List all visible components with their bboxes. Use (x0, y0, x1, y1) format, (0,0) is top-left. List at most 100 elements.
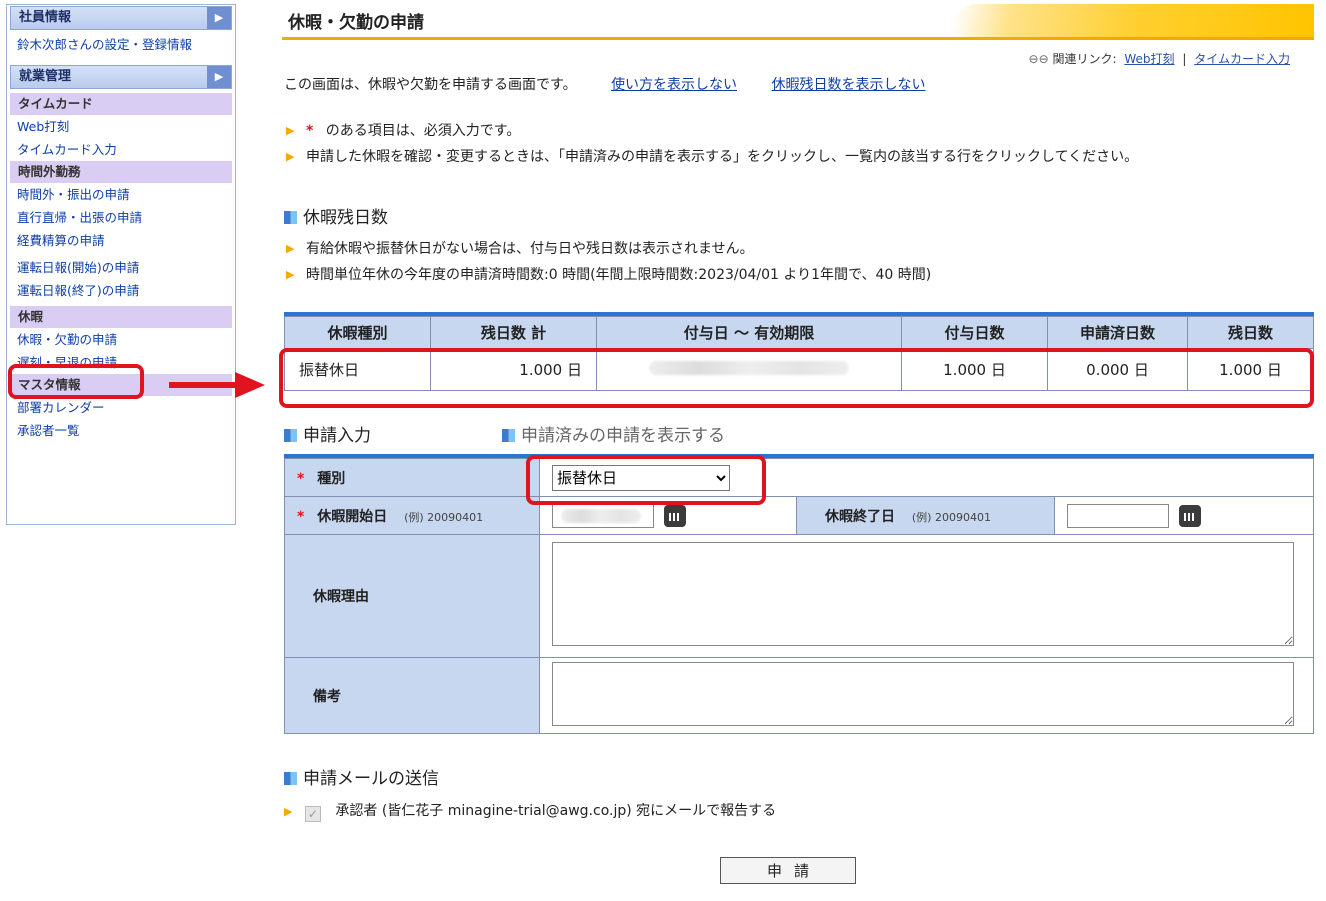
balance-notes: ▶ 有給休暇や振替休日がない場合は、付与日や残日数は表示されません。 ▶ 時間単… (284, 236, 931, 288)
related-link-web-clock[interactable]: Web打刻 (1124, 52, 1174, 66)
blurred-start-date (561, 508, 641, 523)
table-row[interactable]: 振替休日 1.000 日 1.000 日 0.000 日 1.000 日 (284, 348, 1314, 391)
sidebar-item-overtime-request[interactable]: 時間外・振出の申請 (7, 183, 235, 206)
section-square-icon (284, 772, 297, 785)
triangle-bullet-icon: ▶ (286, 124, 295, 137)
sidebar-section-employee-label: 社員情報 (19, 10, 72, 25)
mail-option: ▶ ✓ 承認者 (皆仁花子 minagine-trial@awg.co.jp) … (284, 800, 776, 822)
col-header-granted: 付与日数 (901, 316, 1048, 349)
triangle-right-icon: ▶ (207, 7, 231, 29)
required-mark: * (306, 123, 314, 139)
balance-note-2: ▶ 時間単位年休の今年度の申請済時間数:0 時間(年間上限時間数:2023/04… (284, 262, 931, 288)
reason-cell (539, 534, 1314, 658)
calendar-icon[interactable] (1179, 504, 1202, 527)
related-link-timecard[interactable]: タイムカード入力 (1194, 52, 1290, 66)
sidebar-item-direct-request[interactable]: 直行直帰・出張の申請 (7, 206, 235, 229)
kind-select[interactable]: 振替休日 (552, 464, 730, 491)
remarks-label: 備考 (284, 657, 540, 734)
mail-title-text: 申請メールの送信 (303, 769, 439, 789)
required-mark: * (297, 470, 305, 487)
kind-label-text: 種別 (317, 470, 346, 487)
related-links: ⊖⊖ 関連リンク: Web打刻 | タイムカード入力 (1029, 50, 1294, 67)
start-date-label: * 休暇開始日 (例) 20090401 (284, 496, 540, 535)
start-date-cell (539, 496, 797, 535)
section-square-icon (502, 429, 515, 442)
submit-button[interactable]: 申請 (720, 857, 856, 884)
end-date-input[interactable] (1067, 503, 1169, 528)
sidebar-item-daily-start[interactable]: 運転日報(開始)の申請 (7, 256, 235, 279)
start-date-example: (例) 20090401 (404, 510, 484, 524)
mail-option-text: 承認者 (皆仁花子 minagine-trial@awg.co.jp) 宛にメー… (335, 803, 777, 819)
show-applied-text: 申請済みの申請を表示する (521, 426, 725, 446)
kind-cell: 振替休日 (539, 458, 1314, 497)
mail-checkbox[interactable]: ✓ (304, 806, 321, 822)
end-date-label-text: 休暇終了日 (825, 508, 895, 525)
balance-note-1-text: 有給休暇や振替休日がない場合は、付与日や残日数は表示されません。 (306, 241, 754, 257)
related-links-label: 関連リンク: (1052, 52, 1117, 66)
hide-usage-link[interactable]: 使い方を表示しない (611, 77, 737, 93)
hide-balance-link[interactable]: 休暇残日数を表示しない (772, 77, 926, 93)
form-table-wrapper: * 種別 振替休日 * 休暇開始日 (例) 20090401 休暇終了日 (例)… (284, 454, 1314, 734)
sidebar-item-approver-list[interactable]: 承認者一覧 (7, 419, 235, 442)
start-date-label-text: 休暇開始日 (317, 508, 388, 525)
balance-note-1: ▶ 有給休暇や振替休日がない場合は、付与日や残日数は表示されません。 (284, 236, 931, 262)
balance-section-title: 休暇残日数 (284, 203, 388, 228)
triangle-bullet-icon: ▶ (286, 268, 295, 281)
cell-remaining: 1.000 日 (1187, 348, 1314, 391)
notes-list: ▶ * のある項目は、必須入力です。 ▶ 申請した休暇を確認・変更するときは、「… (284, 118, 1138, 170)
related-links-separator: | (1182, 52, 1187, 66)
col-header-applied: 申請済日数 (1047, 316, 1188, 349)
sidebar-section-employee[interactable]: 社員情報 ▶ (10, 6, 232, 30)
blurred-period (649, 360, 849, 375)
sidebar-category-timecard: タイムカード (10, 93, 232, 115)
annotation-arrow-icon (169, 372, 265, 398)
section-square-icon (284, 429, 297, 442)
required-mark: * (297, 508, 305, 525)
note-required: ▶ * のある項目は、必須入力です。 (284, 118, 1138, 144)
remarks-cell (539, 657, 1314, 734)
form-title-text: 申請入力 (303, 426, 371, 446)
sidebar-item-expense-request[interactable]: 経費精算の申請 (7, 229, 235, 252)
form-row-kind: * 種別 振替休日 (284, 458, 1314, 497)
col-header-remaining: 残日数 (1187, 316, 1314, 349)
form-row-remarks: 備考 (284, 657, 1314, 734)
sidebar-item-daily-end[interactable]: 運転日報(終了)の申請 (7, 279, 235, 302)
triangle-right-icon: ▶ (207, 66, 231, 88)
start-date-input[interactable] (552, 503, 654, 528)
balance-table-wrapper: 休暇種別 残日数 計 付与日 〜 有効期限 付与日数 申請済日数 残日数 振替休… (284, 312, 1314, 391)
sidebar: 社員情報 ▶ 鈴木次郎さんの設定・登録情報 就業管理 ▶ タイムカード Web打… (6, 4, 236, 525)
sidebar-item-timecard-input[interactable]: タイムカード入力 (7, 138, 235, 161)
col-header-period: 付与日 〜 有効期限 (596, 316, 902, 349)
col-header-total: 残日数 計 (430, 316, 597, 349)
sidebar-item-user-settings[interactable]: 鈴木次郎さんの設定・登録情報 (7, 33, 235, 56)
show-applied-link[interactable]: 申請済みの申請を表示する (502, 421, 725, 446)
col-header-type: 休暇種別 (284, 316, 431, 349)
remarks-textarea[interactable] (552, 661, 1294, 726)
calendar-icon[interactable] (664, 504, 687, 527)
intro-text: この画面は、休暇や欠勤を申請する画面です。 (284, 77, 577, 93)
end-date-example: (例) 20090401 (911, 510, 991, 524)
intro: この画面は、休暇や欠勤を申請する画面です。 使い方を表示しない 休暇残日数を表示… (284, 74, 926, 94)
sidebar-item-leave-request[interactable]: 休暇・欠勤の申請 (7, 328, 235, 351)
reason-label: 休暇理由 (284, 534, 540, 658)
balance-note-2-text: 時間単位年休の今年度の申請済時間数:0 時間(年間上限時間数:2023/04/0… (306, 267, 932, 283)
form-section-title: 申請入力 (284, 421, 371, 446)
balance-table: 休暇種別 残日数 計 付与日 〜 有効期限 付与日数 申請済日数 残日数 振替休… (284, 316, 1314, 391)
mail-section-title: 申請メールの送信 (284, 764, 439, 789)
reason-textarea[interactable] (552, 542, 1294, 646)
main-content: 休暇・欠勤の申請 ⊖⊖ 関連リンク: Web打刻 | タイムカード入力 この画面… (282, 0, 1314, 884)
sidebar-category-leave: 休暇 (10, 306, 232, 328)
sidebar-section-work-label: 就業管理 (19, 69, 72, 84)
section-square-icon (284, 211, 297, 224)
form-row-dates: * 休暇開始日 (例) 20090401 休暇終了日 (例) 20090401 (284, 496, 1314, 535)
cell-granted: 1.000 日 (901, 348, 1048, 391)
link-chain-icon: ⊖⊖ (1028, 52, 1049, 66)
sidebar-category-overtime: 時間外勤務 (10, 161, 232, 183)
sidebar-section-work[interactable]: 就業管理 ▶ (10, 65, 232, 89)
balance-title-text: 休暇残日数 (303, 208, 388, 228)
kind-label: * 種別 (284, 458, 540, 497)
note-required-text: のある項目は、必須入力です。 (325, 123, 521, 139)
cell-applied: 0.000 日 (1047, 348, 1188, 391)
triangle-bullet-icon: ▶ (286, 150, 295, 163)
sidebar-item-web-clock[interactable]: Web打刻 (7, 115, 235, 138)
